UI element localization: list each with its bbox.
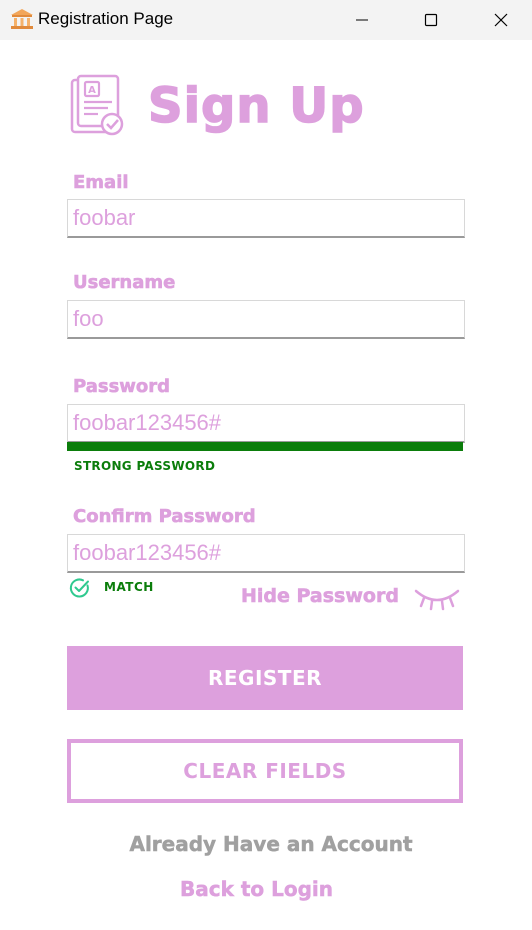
password-match-text: MATCH <box>104 580 154 594</box>
confirm-password-label: Confirm Password <box>73 506 256 528</box>
back-to-login-link[interactable]: Back to Login <box>180 877 334 902</box>
password-field[interactable] <box>67 404 465 443</box>
confirm-password-field[interactable] <box>67 534 465 573</box>
username-field[interactable] <box>67 300 465 339</box>
password-strength-bar <box>67 442 463 451</box>
email-field[interactable] <box>67 199 465 238</box>
closed-eye-icon[interactable] <box>413 587 461 611</box>
check-circle-icon <box>69 577 91 599</box>
password-strength-fill <box>67 442 463 451</box>
close-icon <box>494 13 508 27</box>
clear-fields-button[interactable]: CLEAR FIELDS <box>67 739 463 803</box>
email-label: Email <box>73 172 129 194</box>
register-button[interactable]: REGISTER <box>67 646 463 710</box>
username-label: Username <box>73 272 176 294</box>
already-have-account-text: Already Have an Account <box>129 832 413 857</box>
password-strength-text: STRONG PASSWORD <box>74 459 216 473</box>
page-title: Sign Up <box>147 77 365 135</box>
maximize-button[interactable] <box>408 0 454 40</box>
password-label: Password <box>73 376 171 398</box>
registration-form-icon: A <box>68 74 128 138</box>
bank-building-icon <box>10 8 34 30</box>
maximize-icon <box>424 13 438 27</box>
window-title: Registration Page <box>38 9 174 28</box>
title-bar: Registration Page <box>0 0 532 40</box>
hide-password-toggle[interactable]: Hide Password <box>241 585 400 608</box>
svg-text:A: A <box>88 85 96 96</box>
close-button[interactable] <box>478 0 524 40</box>
minimize-button[interactable] <box>339 0 385 40</box>
minimize-icon <box>356 19 368 21</box>
